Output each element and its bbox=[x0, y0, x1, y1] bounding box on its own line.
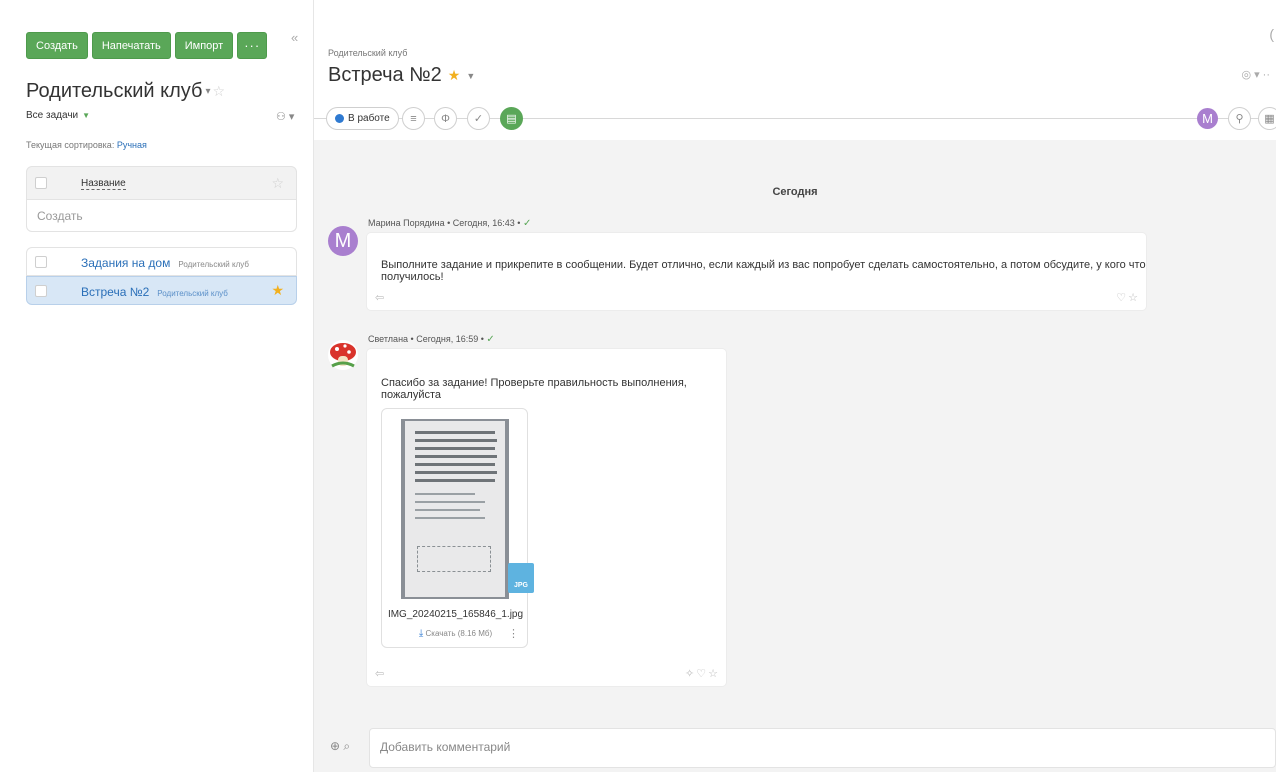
message-author-line: Марина Порядина • Сегодня, 16:43 • ✓ bbox=[368, 218, 532, 229]
file-size: (8.16 Мб) bbox=[457, 629, 493, 638]
avatar[interactable] bbox=[328, 340, 358, 370]
chevron-down-icon[interactable]: ▾ bbox=[205, 86, 210, 97]
add-icon[interactable]: ⊕ bbox=[330, 739, 340, 753]
download-icon: ⤓ bbox=[418, 628, 424, 639]
create-button[interactable]: Создать bbox=[26, 32, 88, 59]
sort-prefix: Текущая сортировка: bbox=[26, 140, 115, 150]
download-link[interactable]: ⤓ Скачать (8.16 Мб) bbox=[382, 628, 529, 639]
breadcrumb[interactable]: Родительский клуб bbox=[328, 48, 407, 58]
task-header: Родительский клуб Встреча №2 ★ ▼ ( ◎ ▾ ·… bbox=[314, 0, 1276, 140]
message-actions: ✧♡☆ bbox=[685, 667, 720, 680]
attachment-card[interactable]: JPG IMG_20240215_165846_1.jpg ⤓ Скачать … bbox=[381, 408, 534, 648]
avatar[interactable]: M bbox=[328, 226, 358, 256]
document-photo bbox=[405, 421, 505, 597]
message-bubble: Спасибо за задание! Проверьте правильнос… bbox=[367, 349, 726, 686]
task-title-text[interactable]: Встреча №2 bbox=[328, 64, 442, 87]
calendar-icon[interactable]: ▦ bbox=[1258, 107, 1276, 130]
task-project-label: Родительский клуб bbox=[178, 260, 249, 269]
task-detail-panel: Родительский клуб Встреча №2 ★ ▼ ( ◎ ▾ ·… bbox=[314, 0, 1276, 772]
sort-line: Текущая сортировка: Ручная bbox=[26, 140, 147, 150]
project-title[interactable]: Родительский клуб ▾ ☆ bbox=[26, 80, 225, 103]
file-type-badge: JPG bbox=[508, 563, 534, 593]
message-actions: ♡☆ bbox=[1116, 291, 1140, 304]
status-dot-icon bbox=[335, 114, 344, 123]
collapse-panel-icon[interactable]: « bbox=[291, 30, 298, 45]
star-icon[interactable]: ☆ bbox=[708, 668, 720, 680]
project-title-text: Родительский клуб bbox=[26, 80, 203, 102]
attachment-filename[interactable]: IMG_20240215_165846_1.jpg bbox=[382, 609, 529, 620]
message-time: Сегодня, 16:59 bbox=[416, 334, 479, 344]
avatar[interactable]: M bbox=[1197, 108, 1218, 129]
composer-icons: ⊕ ⌕ bbox=[330, 739, 350, 754]
chevron-down-icon: ▼ bbox=[82, 111, 91, 120]
check-icon: ✓ bbox=[522, 218, 532, 229]
left-toolbar: Создать Напечатать Импорт ··· bbox=[26, 32, 268, 59]
sort-value-link[interactable]: Ручная bbox=[117, 140, 147, 150]
day-separator: Сегодня bbox=[772, 186, 818, 198]
comment-composer: ⊕ ⌕ Добавить комментарий bbox=[314, 708, 1276, 772]
message-time: Сегодня, 16:43 bbox=[452, 218, 515, 228]
heart-icon[interactable]: ♡ bbox=[1116, 292, 1128, 304]
kebab-menu-icon[interactable]: ⋮ bbox=[508, 627, 519, 640]
task-table-header: Название ☆ bbox=[26, 166, 297, 200]
task-list-panel: Создать Напечатать Импорт ··· « Родитель… bbox=[0, 0, 314, 772]
attachment-thumbnail[interactable] bbox=[401, 419, 509, 599]
task-checkbox[interactable] bbox=[35, 285, 47, 297]
more-button[interactable]: ··· bbox=[237, 32, 268, 59]
chevron-down-icon[interactable]: ▼ bbox=[466, 71, 475, 81]
message-bubble: Выполните задание и прикрепите в сообщен… bbox=[367, 233, 1146, 310]
print-button[interactable]: Напечатать bbox=[91, 32, 171, 59]
message-author[interactable]: Светлана bbox=[368, 334, 408, 344]
column-name-header[interactable]: Название bbox=[81, 178, 126, 190]
reply-icon[interactable]: ⇦ bbox=[375, 291, 384, 304]
settings-menu-icon[interactable]: ◎ ▾ ·· bbox=[1241, 68, 1270, 81]
message-text: Спасибо за задание! Проверьте правильнос… bbox=[381, 377, 687, 401]
header-divider bbox=[314, 118, 1276, 119]
search-icon[interactable]: ⚲ bbox=[1228, 107, 1251, 130]
import-button[interactable]: Импорт bbox=[174, 32, 234, 59]
star-icon[interactable]: ☆ bbox=[212, 83, 225, 100]
star-icon[interactable]: ☆ bbox=[1128, 292, 1140, 304]
heart-icon[interactable]: ♡ bbox=[696, 668, 708, 680]
check-icon: ✓ bbox=[486, 334, 495, 345]
task-row[interactable]: Задания на дом Родительский клуб bbox=[26, 247, 297, 276]
status-button[interactable]: В работе bbox=[326, 107, 399, 130]
checklist-icon[interactable]: ✓ bbox=[467, 107, 490, 130]
fields-icon[interactable]: Φ bbox=[434, 107, 457, 130]
message-author-line: Светлана • Сегодня, 16:59 • ✓ bbox=[368, 334, 495, 345]
task-filter-label: Все задачи bbox=[26, 110, 79, 121]
create-task-placeholder: Создать bbox=[37, 209, 83, 223]
paperclip-icon[interactable]: ⌕ bbox=[343, 739, 350, 753]
reply-icon[interactable]: ⇦ bbox=[375, 667, 384, 680]
task-checkbox[interactable] bbox=[35, 256, 47, 268]
task-filter-dropdown[interactable]: Все задачи ▼ bbox=[26, 110, 90, 121]
star-filled-icon[interactable]: ★ bbox=[271, 282, 284, 299]
select-all-checkbox[interactable] bbox=[35, 177, 47, 189]
task-project-label: Родительский клуб bbox=[157, 289, 228, 298]
star-filled-icon[interactable]: ★ bbox=[448, 67, 461, 84]
pin-icon[interactable]: ✧ bbox=[685, 668, 696, 680]
create-task-row[interactable]: Создать bbox=[26, 200, 297, 232]
star-column-icon: ☆ bbox=[271, 175, 284, 191]
status-label: В работе bbox=[348, 113, 390, 124]
download-label: Скачать bbox=[425, 629, 456, 638]
info-icon[interactable]: ( bbox=[1269, 26, 1274, 42]
hierarchy-view-icon[interactable]: ⚇ ▾ bbox=[276, 110, 294, 123]
task-row-selected[interactable]: Встреча №2 Родительский клуб ★ bbox=[26, 276, 297, 305]
task-name-link[interactable]: Встреча №2 Родительский клуб bbox=[81, 285, 228, 299]
description-icon[interactable]: ≡ bbox=[402, 107, 425, 130]
task-name-link[interactable]: Задания на дом Родительский клуб bbox=[81, 256, 249, 270]
message-text: Выполните задание и прикрепите в сообщен… bbox=[381, 259, 1146, 283]
comment-input[interactable]: Добавить комментарий bbox=[369, 728, 1276, 768]
comments-icon[interactable]: ▤ bbox=[500, 107, 523, 130]
message-author[interactable]: Марина Порядина bbox=[368, 218, 445, 228]
task-title: Встреча №2 ★ ▼ bbox=[328, 64, 475, 87]
